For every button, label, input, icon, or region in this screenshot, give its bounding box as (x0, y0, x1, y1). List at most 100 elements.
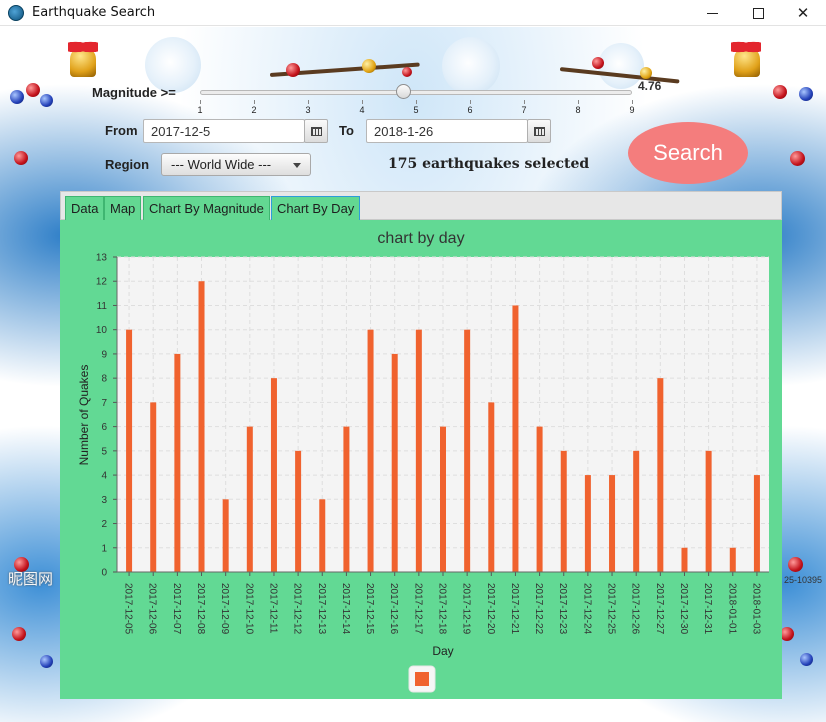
ornament-decoration (10, 90, 24, 104)
bar-2017-12-24 (584, 475, 591, 572)
x-tick-label: 2017-12-22 (533, 583, 544, 635)
watermark-id: 25-10395 (784, 575, 823, 585)
close-button[interactable]: ✕ (780, 0, 826, 26)
y-tick-label: 8 (101, 374, 107, 385)
y-tick-label: 4 (101, 471, 107, 482)
bar-2018-01-01 (729, 547, 736, 572)
y-tick-label: 7 (101, 398, 107, 409)
ornament-decoration (592, 57, 604, 69)
bar-2017-12-21 (512, 305, 519, 572)
x-tick-label: 2017-12-11 (267, 583, 278, 634)
ornament-decoration (788, 557, 803, 572)
tab-chart-by-magnitude[interactable]: Chart By Magnitude (143, 196, 270, 221)
chart-panel: chart by day Number of Quakes Day 012345… (60, 220, 782, 699)
to-date-field[interactable]: 2018-1-26 (366, 119, 528, 143)
ornament-decoration (14, 151, 28, 165)
moon-decoration (442, 37, 500, 95)
watermark-text: 昵图网 (8, 570, 54, 588)
magnitude-slider-track[interactable] (200, 90, 632, 95)
bar-2017-12-30 (681, 547, 688, 572)
ornament-decoration (640, 67, 652, 79)
ornament-decoration (26, 83, 40, 97)
slider-tick (470, 100, 471, 104)
ornament-decoration (773, 85, 787, 99)
y-tick-label: 3 (101, 495, 107, 506)
bar-2017-12-09 (222, 499, 229, 572)
maximize-button[interactable] (735, 0, 781, 26)
bar-2017-12-25 (609, 475, 616, 572)
x-tick-label: 2017-12-17 (412, 583, 423, 635)
bar-2017-12-27 (657, 378, 664, 572)
bar-2017-12-11 (270, 378, 277, 572)
x-tick-label: 2017-12-19 (461, 583, 472, 635)
maximize-icon (752, 7, 764, 19)
x-tick-label: 2017-12-25 (606, 583, 617, 635)
magnitude-slider-thumb[interactable] (395, 84, 411, 99)
y-tick-label: 12 (96, 277, 108, 288)
tab-chart-by-day[interactable]: Chart By Day (271, 196, 361, 221)
bar-2017-12-22 (536, 426, 543, 572)
x-tick-label: 2017-12-09 (219, 583, 230, 635)
bar-2017-12-08 (198, 281, 205, 572)
region-dropdown[interactable]: --- World Wide --- (161, 153, 311, 176)
legend-swatch (415, 672, 429, 686)
bar-2017-12-16 (391, 353, 398, 572)
x-tick-label: 2017-12-05 (123, 583, 134, 635)
x-tick-label: 2017-12-13 (316, 583, 327, 635)
slider-tick (200, 100, 201, 104)
slider-tick-label: 3 (305, 105, 311, 115)
x-tick-label: 2017-12-27 (654, 583, 665, 635)
x-tick-label: 2017-12-16 (388, 583, 399, 635)
ornament-decoration (800, 653, 813, 666)
x-tick-label: 2017-12-08 (195, 583, 206, 635)
bar-2017-12-23 (560, 450, 567, 572)
x-tick-label: 2017-12-18 (437, 583, 448, 635)
to-date-picker-button[interactable] (527, 119, 551, 143)
calendar-icon (310, 126, 322, 136)
region-selected-value: --- World Wide --- (171, 157, 272, 172)
search-button[interactable]: Search (628, 122, 748, 184)
x-tick-label: 2018-01-01 (726, 583, 737, 635)
tab-data[interactable]: Data (65, 196, 105, 221)
bar-2017-12-12 (295, 450, 302, 572)
bar-2017-12-18 (440, 426, 446, 572)
y-tick-label: 0 (101, 568, 107, 579)
y-tick-label: 11 (97, 301, 108, 312)
to-label: To (339, 123, 354, 138)
x-tick-label: 2017-12-15 (364, 583, 375, 635)
x-tick-label: 2017-12-21 (509, 583, 520, 635)
slider-tick (308, 100, 309, 104)
x-tick-label: 2017-12-30 (678, 583, 689, 635)
ornament-decoration (40, 655, 53, 668)
ornament-decoration (286, 63, 300, 77)
ornament-decoration (362, 59, 376, 73)
bar-2017-12-20 (488, 402, 495, 572)
app-icon (8, 4, 24, 21)
from-date-field[interactable]: 2017-12-5 (143, 119, 305, 143)
bar-2017-12-13 (319, 499, 326, 572)
region-label: Region (105, 157, 150, 172)
bar-2017-12-14 (343, 426, 350, 572)
tab-map[interactable]: Map (104, 196, 142, 221)
magnitude-label: Magnitude >= (92, 85, 176, 100)
slider-tick (524, 100, 525, 104)
x-tick-label: 2017-12-12 (292, 583, 303, 635)
calendar-icon (533, 126, 545, 136)
close-icon: ✕ (796, 5, 810, 22)
ornament-decoration (780, 627, 794, 641)
slider-tick-label: 9 (629, 105, 635, 115)
bar-2017-12-05 (126, 329, 133, 572)
window-title: Earthquake Search (32, 5, 156, 20)
from-label: From (105, 123, 138, 138)
selection-count: 175 earthquakes selected (388, 156, 590, 172)
bar-2017-12-06 (150, 402, 157, 572)
y-tick-label: 1 (101, 543, 107, 554)
ornament-decoration (12, 627, 26, 641)
slider-tick (632, 100, 633, 104)
bar-2018-01-03 (753, 475, 760, 572)
from-date-picker-button[interactable] (304, 119, 328, 143)
minimize-button[interactable] (689, 0, 735, 26)
bar-2017-12-10 (246, 426, 253, 572)
x-tick-label: 2017-12-07 (171, 583, 182, 635)
slider-tick (362, 100, 363, 104)
